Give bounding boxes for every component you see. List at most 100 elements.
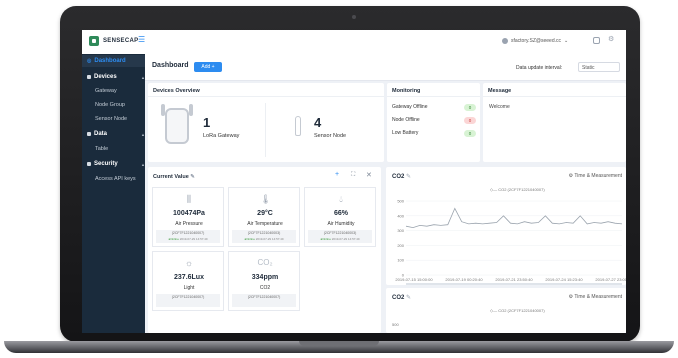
sidebar-label: Data — [94, 131, 108, 137]
co2-series-line — [405, 207, 623, 229]
x-tick-label: 2019-07-19 00:20:40 — [445, 277, 483, 282]
node-label: Sensor Node — [314, 133, 347, 139]
gateway-label: LoRa Gateway — [203, 133, 240, 139]
online-status: ●Online — [320, 237, 331, 241]
monitor-label: Low Battery — [392, 130, 419, 136]
x-tick-label: 2019-07-15 15:00:00 — [395, 277, 433, 282]
x-tick-label: 2019-07-27 23:00:00 — [595, 277, 626, 282]
settings-icon: ⚙ — [568, 294, 574, 300]
value-reading: 29°C — [257, 210, 273, 217]
monitor-row-gateway-offline: Gateway Offline 0 — [392, 104, 476, 113]
card-title: Message — [488, 88, 512, 94]
page-header: Dashboard Add + Data update interval: St… — [145, 54, 626, 81]
device-id: (2CF7F1221040007) — [247, 295, 281, 299]
sidebar-label: Sensor Node — [95, 116, 128, 122]
monitor-label: Gateway Offline — [392, 104, 428, 110]
toggle-label: Time & Measurement — [574, 294, 622, 300]
time-measurement-toggle[interactable]: ⚙ Time & Measurement — [569, 294, 622, 300]
value-card-light[interactable]: ☼ 237.6Lux Light (2CF7F1221040007) — [152, 251, 224, 311]
device-info: (2CF7F1221040003) ●Online 2019-07-29 14:… — [308, 230, 372, 243]
gateway-icon — [161, 104, 193, 144]
divider — [148, 96, 384, 97]
device-info: (2CF7F1221040007) — [232, 294, 296, 307]
add-button[interactable]: Add + — [194, 62, 222, 72]
value-card-air-humidity[interactable]: 💧︎ 66% Air Humidity (2CF7F1221040003) ●O… — [304, 187, 376, 247]
status-time: 2019-07-29 14:57:49 — [179, 237, 208, 241]
sidebar: ◎ Dashboard Devices ▲ Gateway Node Group… — [82, 54, 150, 333]
user-email: sfactory.SZ@seeed.cc — [511, 38, 561, 44]
value-reading: 334ppm — [251, 274, 279, 281]
value-reading: 100474Pa — [173, 210, 205, 217]
sidebar-item-dashboard[interactable]: ◎ Dashboard — [82, 55, 150, 67]
y-tick-label: 300 — [397, 228, 404, 233]
chevron-up-icon: ▲ — [141, 131, 145, 137]
value-card-air-temperature[interactable]: 🌡︎ 29°C Air Temperature (2CF7F1221040003… — [228, 187, 300, 247]
card-title: Current Value ✎ — [153, 174, 195, 180]
sidebar-item-devices[interactable]: Devices ▲ — [82, 71, 150, 83]
sidebar-item-node-group[interactable]: Node Group — [82, 99, 158, 111]
sidebar-item-security[interactable]: Security ▲ — [82, 158, 150, 170]
legend-label: CO2 (2CF7F1221040007) — [498, 308, 545, 313]
pressure-icon: ⫼ — [186, 194, 192, 204]
sidebar-item-data[interactable]: Data ▲ — [82, 128, 150, 140]
card-title: Devices Overview — [153, 88, 200, 94]
user-menu[interactable]: sfactory.SZ@seeed.cc ⌄ — [502, 38, 568, 44]
co2-line-chart: 0100200300400500 2019-07-15 15:00:00 2019… — [395, 199, 626, 285]
close-icon[interactable]: ✕ — [366, 171, 372, 179]
sidebar-label: Access API keys — [95, 176, 136, 182]
value-card-air-pressure[interactable]: ⫼ 100474Pa Air Pressure (2CF7F1221040007… — [152, 187, 224, 247]
gateway-count: 1 — [203, 115, 211, 130]
sidebar-label: Security — [94, 161, 118, 167]
x-tick-label: 2019-07-24 15:23:40 — [545, 277, 583, 282]
device-info: (2CF7F1221040007) — [156, 294, 220, 307]
droplet-icon: 💧︎ — [339, 194, 343, 204]
sidebar-label: Table — [95, 146, 109, 152]
page-title: Dashboard — [152, 62, 189, 69]
menu-toggle-icon[interactable]: ☰ — [138, 35, 145, 44]
sidebar-label: Node Group — [95, 102, 125, 108]
monitor-label: Node Offline — [392, 117, 420, 123]
fullscreen-icon[interactable] — [593, 37, 600, 44]
monitor-row-low-battery: Low Battery 0 — [392, 130, 476, 139]
chevron-down-icon: ⌄ — [564, 38, 569, 44]
monitor-row-node-offline: Node Offline 0 — [392, 117, 476, 126]
legend-marker: ◇— — [490, 308, 498, 313]
laptop-frame: SENSECAP ☰ sfactory.SZ@seeed.cc ⌄ ⚙ ◎ Da… — [60, 6, 640, 342]
sidebar-label: Devices — [94, 74, 117, 80]
chart-title: CO2 ✎ — [392, 294, 411, 301]
add-icon[interactable]: + — [335, 171, 339, 178]
devices-overview-card: Devices Overview 1 LoRa Gateway 4 Sensor… — [148, 83, 384, 162]
screen: SENSECAP ☰ sfactory.SZ@seeed.cc ⌄ ⚙ ◎ Da… — [82, 30, 626, 333]
chevron-up-icon: ▲ — [141, 161, 145, 167]
sidebar-item-table[interactable]: Table — [82, 143, 158, 155]
sensor-node-icon — [295, 116, 301, 136]
data-icon — [87, 132, 91, 136]
devices-icon — [87, 75, 91, 79]
device-id: (2CF7F1221040003) — [247, 231, 281, 235]
laptop-notch — [299, 341, 379, 346]
sidebar-item-gateway[interactable]: Gateway — [82, 85, 158, 97]
co2-icon: CO₂ — [257, 258, 273, 267]
y-tick-label: 500 — [397, 199, 404, 204]
value-reading: 66% — [333, 210, 348, 217]
expand-icon[interactable]: ⛶ — [351, 172, 355, 179]
y-tick-label: 500 — [392, 322, 399, 327]
value-card-co2[interactable]: CO₂ 334ppm CO2 (2CF7F1221040007) — [228, 251, 300, 311]
chart-legend[interactable]: ◇— CO2 (2CF7F1221040007) — [490, 308, 545, 313]
zoom-slider[interactable] — [406, 283, 622, 285]
y-tick-label: 400 — [397, 213, 404, 218]
chart-title-text: CO2 — [392, 295, 405, 301]
settings-icon[interactable]: ⚙ — [608, 35, 614, 43]
co2-chart-card-2: CO2 ✎ ⚙ Time & Measurement ◇— CO2 (2CF7F… — [386, 288, 626, 333]
edit-icon[interactable]: ✎ — [190, 174, 195, 180]
edit-icon[interactable]: ✎ — [406, 295, 411, 301]
value-reading: 237.6Lux — [174, 274, 204, 281]
brand-logo[interactable]: SENSECAP — [89, 36, 138, 46]
interval-select[interactable]: Static — [578, 62, 620, 72]
sidebar-item-sensor-node[interactable]: Sensor Node — [82, 113, 158, 125]
device-id: (2CF7F1221040003) — [323, 231, 357, 235]
device-id: (2CF7F1221040007) — [171, 231, 205, 235]
divider — [483, 96, 626, 97]
current-value-title: Current Value — [153, 174, 189, 180]
sidebar-item-api-keys[interactable]: Access API keys — [82, 173, 158, 185]
